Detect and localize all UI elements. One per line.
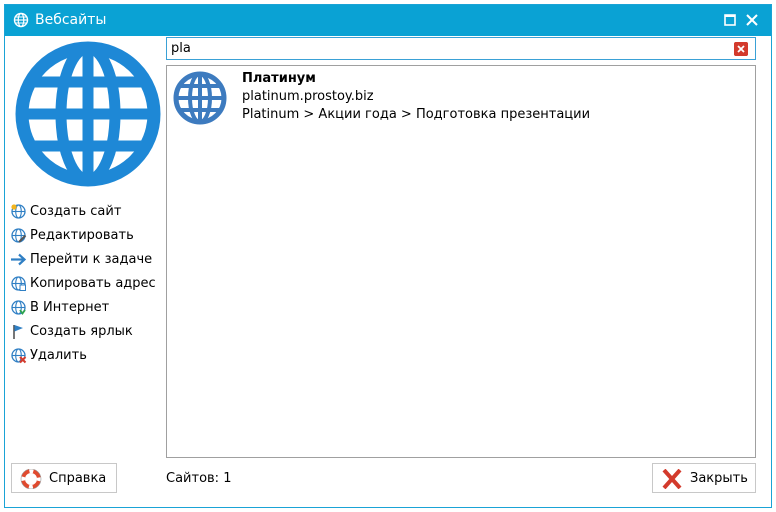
globe-edit-icon [11,228,27,243]
open-internet-label: В Интернет [30,300,110,315]
actions-panel: Создать сайт Редактировать Перейти к зад… [10,200,165,368]
arrow-right-icon [11,253,27,266]
copy-address-label: Копировать адрес [30,276,156,291]
help-button[interactable]: Справка [11,463,117,493]
flag-icon [13,325,23,339]
globe-logo-icon [15,41,161,187]
delete-label: Удалить [30,348,87,363]
edit-label: Редактировать [30,228,134,243]
close-button[interactable]: Закрыть [652,463,756,493]
list-item[interactable]: Платинум platinum.prostoy.biz Platinum >… [167,66,755,130]
go-to-task-label: Перейти к задаче [30,252,153,267]
edit-action[interactable]: Редактировать [10,224,165,248]
websites-list: Платинум platinum.prostoy.biz Platinum >… [166,65,756,458]
globe-icon [173,71,227,125]
search-box [166,37,756,60]
create-shortcut-action[interactable]: Создать ярлык [10,320,165,344]
create-shortcut-label: Создать ярлык [30,324,133,339]
globe-delete-icon [11,348,27,364]
site-path: Platinum > Акции года > Подготовка презе… [242,107,591,122]
site-name: Платинум [242,71,316,86]
close-x-icon [662,469,682,489]
globe-download-icon [11,300,26,316]
globe-new-icon [11,204,26,219]
delete-action[interactable]: Удалить [10,344,165,368]
copy-address-action[interactable]: Копировать адрес [10,272,165,296]
go-to-task-action[interactable]: Перейти к задаче [10,248,165,272]
open-internet-action[interactable]: В Интернет [10,296,165,320]
globe-copy-icon [11,276,26,291]
help-label: Справка [49,471,107,486]
close-label: Закрыть [690,471,748,486]
site-url: platinum.prostoy.biz [242,89,374,104]
clear-search-icon[interactable] [734,42,748,56]
title-bar: Вебсайты [5,5,771,36]
create-site-action[interactable]: Создать сайт [10,200,165,224]
close-icon[interactable] [743,11,761,29]
window-title: Вебсайты [35,12,107,28]
search-input[interactable] [171,39,726,58]
globe-icon [13,12,29,28]
create-site-label: Создать сайт [30,204,122,219]
sites-count-status: Сайтов: 1 [166,471,232,486]
lifebuoy-icon [20,469,42,489]
maximize-icon[interactable] [721,11,739,29]
